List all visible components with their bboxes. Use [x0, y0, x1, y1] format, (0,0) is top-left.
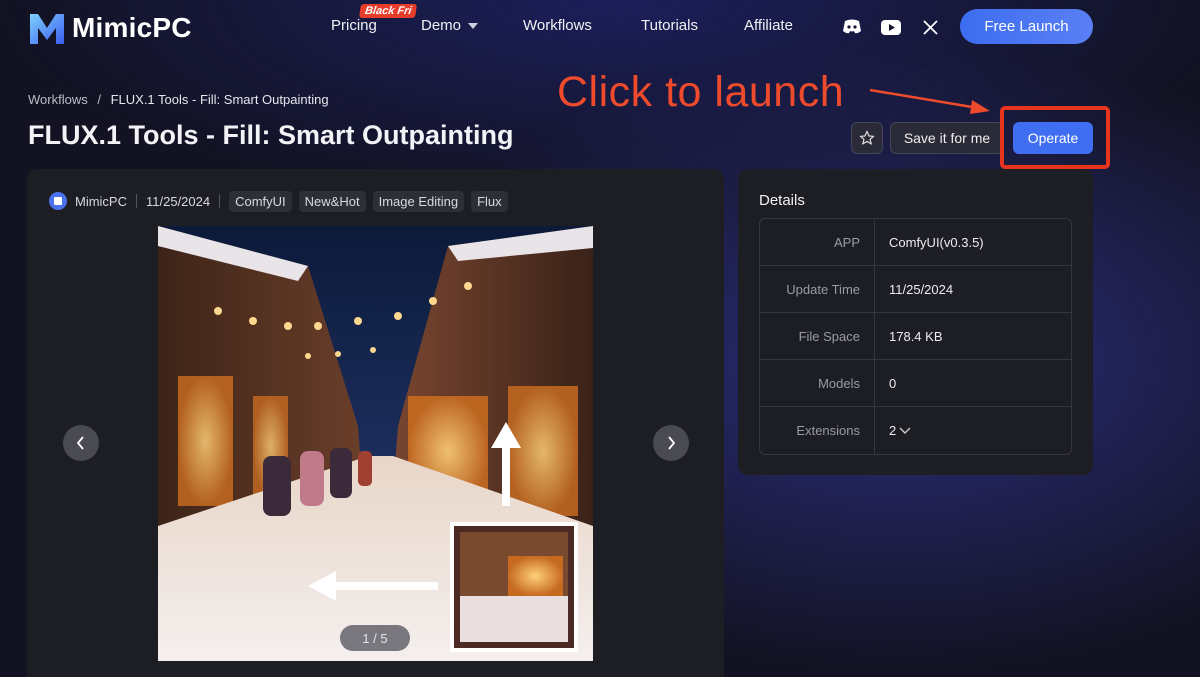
details-key: APP — [760, 219, 875, 265]
annotation-arrow-icon — [869, 88, 990, 114]
top-nav: MimicPC Black Fri Pricing Demo Workflows… — [0, 0, 1200, 56]
details-key: Models — [760, 360, 875, 406]
mimicpc-logo-icon — [30, 14, 64, 44]
publish-date: 11/25/2024 — [146, 193, 211, 209]
save-it-for-me-button[interactable]: Save it for me — [890, 122, 1004, 154]
nav-affiliate[interactable]: Affiliate — [744, 17, 793, 34]
breadcrumb-current: FLUX.1 Tools - Fill: Smart Outpainting — [110, 92, 329, 107]
details-row-app: APP ComfyUI(v0.3.5) — [760, 219, 1071, 266]
x-twitter-icon[interactable] — [919, 16, 941, 38]
extensions-count: 2 — [889, 423, 897, 438]
details-value: 178.4 KB — [889, 328, 943, 344]
favorite-star-button[interactable] — [851, 122, 883, 154]
details-key: File Space — [760, 313, 875, 359]
brand-logo[interactable]: MimicPC — [28, 10, 192, 46]
author-logo-icon — [54, 197, 62, 205]
free-launch-button[interactable]: Free Launch — [960, 9, 1093, 44]
discord-icon[interactable] — [841, 16, 863, 38]
carousel-prev-button[interactable] — [63, 425, 99, 461]
author-avatar — [49, 192, 67, 210]
carousel-next-button[interactable] — [653, 425, 689, 461]
details-table: APP ComfyUI(v0.3.5) Update Time 11/25/20… — [759, 218, 1072, 455]
star-icon — [859, 130, 875, 145]
details-value: ComfyUI(v0.3.5) — [889, 234, 984, 250]
tag-image-editing[interactable]: Image Editing — [372, 190, 465, 212]
details-row-update-time: Update Time 11/25/2024 — [760, 266, 1071, 313]
nav-tutorials[interactable]: Tutorials — [641, 17, 698, 34]
meta-divider — [136, 194, 137, 208]
details-card: Details APP ComfyUI(v0.3.5) Update Time … — [738, 169, 1093, 475]
brand-name: MimicPC — [72, 12, 192, 43]
breadcrumb-workflows[interactable]: Workflows — [28, 92, 88, 107]
breadcrumb: Workflows / FLUX.1 Tools - Fill: Smart O… — [28, 92, 329, 107]
meta-divider — [219, 194, 221, 208]
page-title: FLUX.1 Tools - Fill: Smart Outpainting — [28, 120, 514, 150]
details-value[interactable]: 2 — [875, 407, 911, 454]
tag-new-hot[interactable]: New&Hot — [298, 190, 366, 212]
operate-highlight-box — [1000, 106, 1110, 169]
workflow-meta: MimicPC 11/25/2024 ComfyUI New&Hot Image… — [49, 190, 515, 212]
nav-pricing[interactable]: Pricing — [331, 17, 377, 34]
author-name: MimicPC — [75, 193, 127, 209]
chevron-down-icon — [468, 23, 479, 30]
details-value: 11/25/2024 — [889, 281, 954, 297]
tag-flux[interactable]: Flux — [471, 190, 508, 212]
details-key: Extensions — [760, 407, 875, 454]
workflow-preview-card: MimicPC 11/25/2024 ComfyUI New&Hot Image… — [27, 169, 724, 677]
details-row-models: Models 0 — [760, 360, 1071, 407]
chevron-down-icon — [899, 427, 911, 434]
nav-demo[interactable]: Demo — [421, 17, 479, 34]
details-row-extensions[interactable]: Extensions 2 — [760, 407, 1071, 454]
carousel-counter: 1 / 5 — [340, 625, 410, 651]
breadcrumb-separator: / — [97, 92, 101, 107]
details-title: Details — [759, 192, 805, 209]
youtube-icon[interactable] — [880, 16, 902, 38]
chevron-right-icon — [668, 436, 676, 450]
nav-demo-label: Demo — [421, 17, 462, 34]
black-friday-badge: Black Fri — [359, 4, 418, 18]
winter-street-illustration — [158, 226, 593, 661]
tag-comfyui[interactable]: ComfyUI — [229, 190, 292, 212]
click-to-launch-annotation: Click to launch — [557, 68, 845, 116]
details-value: 0 — [889, 375, 897, 391]
preview-image — [158, 226, 593, 661]
details-row-file-space: File Space 178.4 KB — [760, 313, 1071, 360]
details-key: Update Time — [760, 266, 875, 312]
chevron-left-icon — [76, 436, 84, 450]
nav-workflows[interactable]: Workflows — [523, 17, 592, 34]
